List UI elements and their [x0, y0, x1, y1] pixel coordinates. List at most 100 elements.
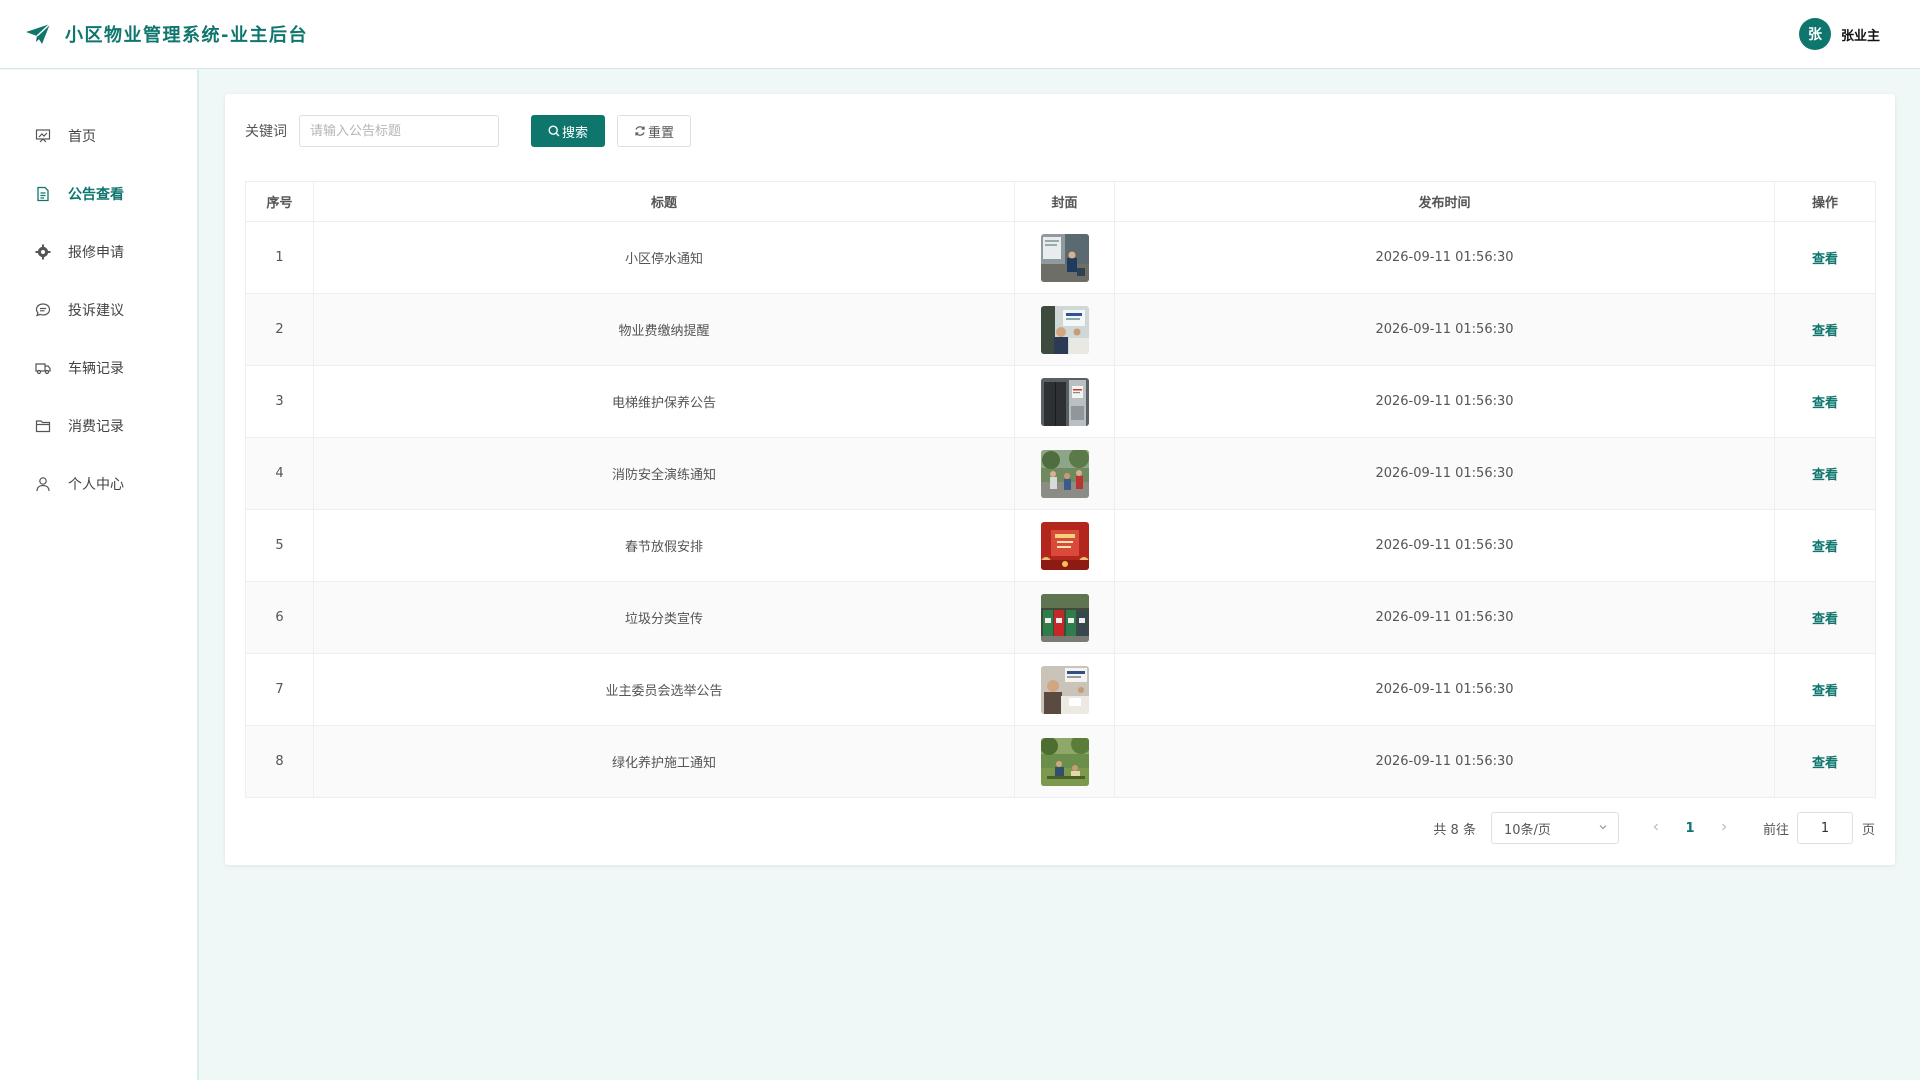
column-header: 序号 [245, 181, 314, 222]
row-index: 8 [245, 725, 314, 798]
sidebar-item-consumption[interactable]: 消费记录 [0, 406, 197, 446]
column-header: 标题 [313, 181, 1015, 222]
next-page-button[interactable] [1709, 821, 1739, 836]
row-title: 小区停水通知 [313, 221, 1015, 294]
cover-image[interactable] [1040, 665, 1089, 714]
view-link[interactable]: 查看 [1812, 540, 1838, 555]
sidebar-item-label: 报修申请 [68, 245, 124, 261]
sidebar-item-profile[interactable]: 个人中心 [0, 464, 197, 504]
chat-icon [34, 301, 52, 319]
row-time: 2026-09-11 01:56:30 [1114, 365, 1775, 438]
view-link[interactable]: 查看 [1812, 684, 1838, 699]
search-icon [548, 125, 560, 137]
announcement-table: 序号 标题 封面 发布时间 操作 1 小区停水通知 2026-09-11 01:… [245, 181, 1876, 798]
table-row: 7 业主委员会选举公告 2026-09-11 01:56:30 查看 [245, 653, 1876, 726]
main-card: 关键词 搜索 重置 序号 标题 封面 发布时间 操作 [225, 94, 1895, 865]
brand[interactable]: 小区物业管理系统-业主后台 [25, 21, 308, 47]
row-time: 2026-09-11 01:56:30 [1114, 221, 1775, 294]
view-link[interactable]: 查看 [1812, 756, 1838, 771]
row-time: 2026-09-11 01:56:30 [1114, 437, 1775, 510]
column-header: 封面 [1014, 181, 1115, 222]
sidebar-item-complaints[interactable]: 投诉建议 [0, 290, 197, 330]
goto-page-input[interactable] [1796, 812, 1853, 844]
cover-image[interactable] [1040, 593, 1089, 642]
table-row: 8 绿化养护施工通知 2026-09-11 01:56:30 查看 [245, 725, 1876, 798]
document-icon [34, 185, 52, 203]
gear-icon [34, 243, 52, 261]
cover-image[interactable] [1040, 737, 1089, 786]
user-icon [34, 475, 52, 493]
sidebar-item-label: 车辆记录 [68, 361, 124, 377]
row-index: 5 [245, 509, 314, 582]
prev-page-button[interactable] [1641, 821, 1671, 836]
table-row: 5 春节放假安排 2026-09-11 01:56:30 查看 [245, 509, 1876, 582]
row-title: 春节放假安排 [313, 509, 1015, 582]
search-button[interactable]: 搜索 [531, 115, 605, 147]
sidebar-item-announcements[interactable]: 公告查看 [0, 174, 197, 214]
sidebar-item-label: 公告查看 [68, 187, 124, 203]
avatar[interactable]: 张 [1798, 18, 1831, 50]
table-header-row: 序号 标题 封面 发布时间 操作 [245, 181, 1876, 222]
table-row: 4 消防安全演练通知 2026-09-11 01:56:30 查看 [245, 437, 1876, 510]
app-title: 小区物业管理系统-业主后台 [65, 25, 308, 46]
total-count: 共 8 条 [1433, 822, 1476, 838]
row-title: 绿化养护施工通知 [313, 725, 1015, 798]
user-menu[interactable]: 张 张业主 [1798, 18, 1880, 50]
row-index: 3 [245, 365, 314, 438]
row-time: 2026-09-11 01:56:30 [1114, 293, 1775, 366]
view-link[interactable]: 查看 [1812, 612, 1838, 627]
view-link[interactable]: 查看 [1812, 468, 1838, 483]
sidebar-item-vehicles[interactable]: 车辆记录 [0, 348, 197, 388]
sidebar-item-label: 投诉建议 [68, 303, 124, 319]
row-index: 1 [245, 221, 314, 294]
cover-image[interactable] [1040, 521, 1089, 570]
view-link[interactable]: 查看 [1812, 324, 1838, 339]
row-index: 2 [245, 293, 314, 366]
paper-plane-icon [26, 23, 51, 44]
presentation-icon [34, 127, 52, 145]
row-index: 4 [245, 437, 314, 510]
sidebar-item-label: 首页 [68, 129, 96, 145]
column-header: 操作 [1774, 181, 1876, 222]
user-name[interactable]: 张业主 [1841, 25, 1880, 44]
search-input[interactable] [299, 115, 499, 147]
reset-button[interactable]: 重置 [617, 115, 691, 147]
row-title: 物业费缴纳提醒 [313, 293, 1015, 366]
truck-icon [34, 359, 52, 377]
view-link[interactable]: 查看 [1812, 252, 1838, 267]
cover-image[interactable] [1040, 449, 1089, 498]
row-title: 业主委员会选举公告 [313, 653, 1015, 726]
table-row: 1 小区停水通知 2026-09-11 01:56:30 查看 [245, 221, 1876, 294]
cover-image[interactable] [1040, 377, 1089, 426]
sidebar-item-home[interactable]: 首页 [0, 116, 197, 156]
pagination: 共 8 条 10条/页 1 前往 页 [1433, 812, 1875, 844]
goto-label: 前往 [1762, 822, 1789, 838]
page-suffix: 页 [1861, 822, 1875, 838]
keyword-label: 关键词 [245, 124, 287, 140]
row-title: 消防安全演练通知 [313, 437, 1015, 510]
table-row: 2 物业费缴纳提醒 2026-09-11 01:56:30 查看 [245, 293, 1876, 366]
row-time: 2026-09-11 01:56:30 [1114, 509, 1775, 582]
row-title: 电梯维护保养公告 [313, 365, 1015, 438]
cover-image[interactable] [1040, 305, 1089, 354]
row-time: 2026-09-11 01:56:30 [1114, 725, 1775, 798]
chevron-down-icon [1598, 821, 1608, 836]
chevron-right-icon [1722, 823, 1727, 830]
table-row: 6 垃圾分类宣传 2026-09-11 01:56:30 查看 [245, 581, 1876, 654]
sidebar-item-label: 个人中心 [68, 477, 124, 493]
cover-image[interactable] [1040, 233, 1089, 282]
table-row: 3 电梯维护保养公告 2026-09-11 01:56:30 查看 [245, 365, 1876, 438]
row-time: 2026-09-11 01:56:30 [1114, 581, 1775, 654]
search-button-label: 搜索 [561, 125, 588, 141]
refresh-icon [634, 125, 646, 137]
sidebar-item-label: 消费记录 [68, 419, 124, 435]
top-header: 小区物业管理系统-业主后台 张 张业主 [0, 0, 1920, 69]
search-bar: 关键词 搜索 重置 [245, 115, 691, 147]
page-number[interactable]: 1 [1675, 821, 1705, 836]
column-header: 发布时间 [1114, 181, 1775, 222]
page-size-value: 10条/页 [1503, 822, 1551, 838]
reset-button-label: 重置 [647, 125, 674, 141]
page-size-select[interactable]: 10条/页 [1490, 812, 1619, 844]
view-link[interactable]: 查看 [1812, 396, 1838, 411]
sidebar-item-repair[interactable]: 报修申请 [0, 232, 197, 272]
